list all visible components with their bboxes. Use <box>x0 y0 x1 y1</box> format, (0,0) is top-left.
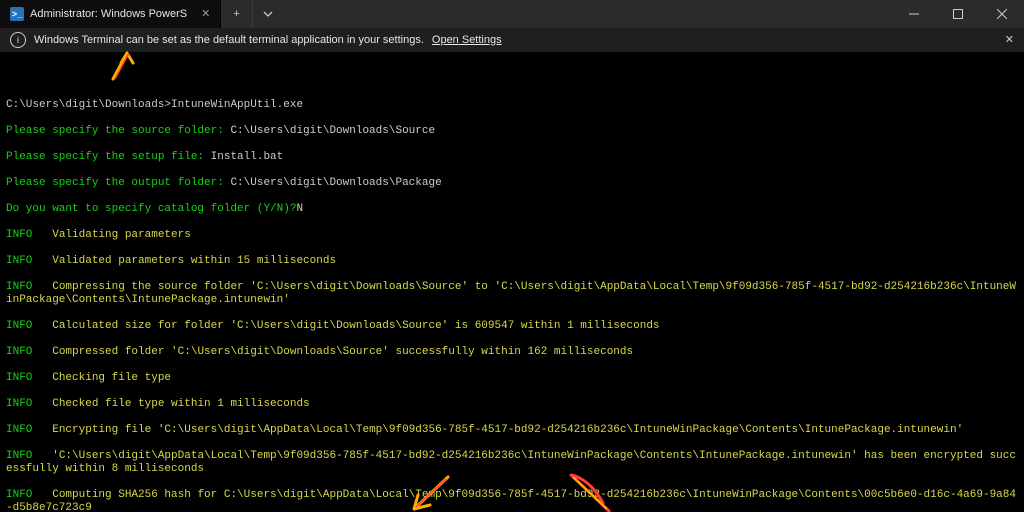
close-icon <box>997 9 1007 19</box>
minimize-icon <box>909 9 919 19</box>
input-setup-file: Please specify the setup file: Install.b… <box>6 151 1018 164</box>
new-tab-button[interactable]: + <box>221 0 252 28</box>
notification-bar: i Windows Terminal can be set as the def… <box>0 28 1024 52</box>
log-line: INFO Calculated size for folder 'C:\User… <box>6 320 1018 333</box>
prompt-line: C:\Users\digit\Downloads>IntuneWinAppUti… <box>6 99 1018 112</box>
info-icon: i <box>10 32 26 48</box>
log-line: INFO Checking file type <box>6 372 1018 385</box>
open-settings-link[interactable]: Open Settings <box>432 34 502 47</box>
input-catalog: Do you want to specify catalog folder (Y… <box>6 203 1018 216</box>
tab-close-icon[interactable]: ✕ <box>201 8 210 21</box>
log-line: INFO Encrypting file 'C:\Users\digit\App… <box>6 424 1018 437</box>
log-line: INFO Computing SHA256 hash for C:\Users\… <box>6 489 1018 512</box>
powershell-icon: >_ <box>10 7 24 21</box>
input-source-folder: Please specify the source folder: C:\Use… <box>6 125 1018 138</box>
log-line: INFO Compressing the source folder 'C:\U… <box>6 281 1018 307</box>
tab-dropdown-button[interactable] <box>253 0 283 28</box>
maximize-icon <box>953 9 963 19</box>
chevron-down-icon <box>263 9 273 19</box>
terminal-output[interactable]: C:\Users\digit\Downloads>IntuneWinAppUti… <box>0 52 1024 512</box>
log-line: INFO Validated parameters within 15 mill… <box>6 255 1018 268</box>
log-line: INFO Validating parameters <box>6 229 1018 242</box>
log-line: INFO Checked file type within 1 millisec… <box>6 398 1018 411</box>
maximize-button[interactable] <box>936 0 980 28</box>
log-line: INFO 'C:\Users\digit\AppData\Local\Temp\… <box>6 450 1018 476</box>
input-output-folder: Please specify the output folder: C:\Use… <box>6 177 1018 190</box>
tab-title: Administrator: Windows PowerS <box>30 8 187 21</box>
window-titlebar: >_ Administrator: Windows PowerS ✕ + <box>0 0 1024 28</box>
log-line: INFO Compressed folder 'C:\Users\digit\D… <box>6 346 1018 359</box>
notification-text: Windows Terminal can be set as the defau… <box>34 34 424 47</box>
window-close-button[interactable] <box>980 0 1024 28</box>
minimize-button[interactable] <box>892 0 936 28</box>
tab-powershell[interactable]: >_ Administrator: Windows PowerS ✕ <box>0 0 221 28</box>
notification-close-icon[interactable]: ✕ <box>1005 34 1014 47</box>
